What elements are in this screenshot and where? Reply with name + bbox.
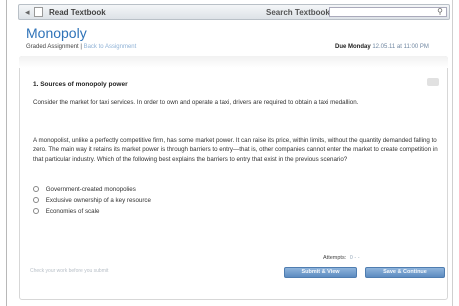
save-continue-button[interactable]: Save & Continue bbox=[365, 267, 445, 278]
search-textbook-field[interactable]: ⚲ bbox=[329, 7, 447, 17]
search-input[interactable] bbox=[330, 8, 434, 16]
attempts-label: Attempts: bbox=[323, 255, 347, 261]
question-title: 1. Sources of monopoly power bbox=[33, 81, 128, 88]
answer-option[interactable]: Government-created monopolies bbox=[33, 185, 151, 195]
back-arrow-icon[interactable]: ◂ bbox=[25, 7, 30, 18]
attempts-indicator: Attempts: 0 - - bbox=[323, 254, 360, 262]
assignment-subline: Graded Assignment | Back to Assignment bbox=[26, 43, 136, 51]
due-date-info: Due Monday 12.05.11 at 11:00 PM bbox=[335, 43, 429, 51]
panel-header-strip bbox=[19, 56, 448, 68]
frame-right-border bbox=[452, 0, 453, 306]
question-paragraph-2: A monopolist, unlike a perfectly competi… bbox=[33, 137, 438, 163]
question-panel bbox=[19, 56, 448, 300]
answer-option-label: Government-created monopolies bbox=[45, 186, 136, 193]
radio-button[interactable] bbox=[33, 185, 39, 192]
search-icon[interactable]: ⚲ bbox=[437, 6, 443, 18]
graded-assignment-label: Graded Assignment | bbox=[26, 44, 82, 50]
question-paragraph-1: Consider the market for taxi services. I… bbox=[33, 99, 359, 106]
radio-button[interactable] bbox=[33, 207, 39, 214]
read-textbook-link[interactable]: Read Textbook bbox=[49, 7, 106, 18]
textbook-icon[interactable] bbox=[34, 7, 43, 17]
page-title: Monopoly bbox=[26, 25, 87, 41]
answer-option[interactable]: Exclusive ownership of a key resource bbox=[33, 196, 151, 206]
submit-view-button[interactable]: Submit & View bbox=[284, 267, 357, 278]
attempts-count: 0 - - bbox=[349, 255, 360, 261]
answer-option[interactable]: Economies of scale bbox=[33, 207, 151, 217]
search-textbook-label: Search Textbook bbox=[266, 8, 330, 17]
due-label: Due Monday bbox=[335, 44, 371, 50]
footer-note: Check your work before you submit bbox=[30, 268, 109, 274]
frame-left-border bbox=[6, 0, 7, 306]
radio-button[interactable] bbox=[33, 196, 39, 203]
back-to-assignment-link[interactable]: Back to Assignment bbox=[84, 44, 137, 50]
answer-options: Government-created monopolies Exclusive … bbox=[33, 185, 151, 218]
answer-option-label: Economies of scale bbox=[45, 208, 100, 215]
textbook-toolbar: ◂ Read Textbook Search Textbook ⚲ bbox=[18, 4, 450, 20]
due-date: 12.05.11 at 11:00 PM bbox=[372, 44, 429, 50]
answer-option-label: Exclusive ownership of a key resource bbox=[45, 197, 151, 204]
question-tools-icon[interactable] bbox=[427, 78, 439, 86]
